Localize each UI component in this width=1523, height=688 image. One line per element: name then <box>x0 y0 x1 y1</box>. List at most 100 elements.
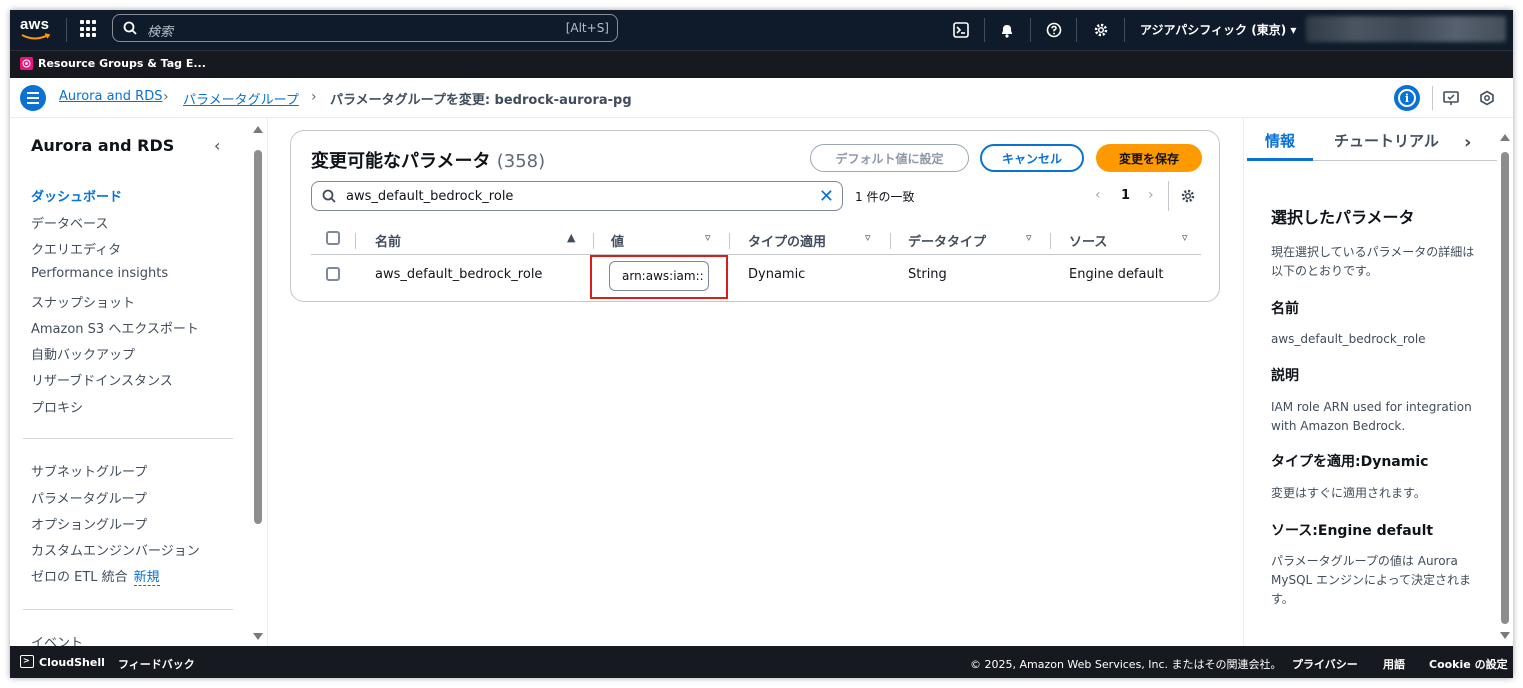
sort-icon[interactable]: ▿ <box>865 231 871 244</box>
sort-icon[interactable]: ▿ <box>1026 231 1032 244</box>
scroll-up-arrow[interactable] <box>253 126 263 133</box>
favorites-bar: Resource Groups & Tag E... <box>10 50 1513 78</box>
terms-link[interactable]: 用語 <box>1383 656 1405 672</box>
hamburger-menu-icon[interactable] <box>20 85 46 111</box>
scroll-down-arrow[interactable] <box>253 633 263 640</box>
sidebar-item-subnet-groups[interactable]: サブネットグループ <box>31 461 147 480</box>
resource-groups-icon <box>20 57 33 70</box>
row-checkbox[interactable] <box>326 267 340 281</box>
privacy-link[interactable]: プライバシー <box>1292 656 1358 672</box>
parameter-filter-input[interactable]: aws_default_bedrock_role ✕ <box>311 181 843 211</box>
sidebar-item-parameter-groups[interactable]: パラメータグループ <box>31 488 147 507</box>
sidebar-item-s3-export[interactable]: Amazon S3 へエクスポート <box>31 318 199 337</box>
sidebar-divider <box>23 609 233 610</box>
notifications-icon[interactable] <box>1441 87 1463 109</box>
cloudshell-button[interactable]: CloudShell <box>39 656 105 669</box>
sidebar-item-snapshots[interactable]: スナップショット <box>31 292 135 311</box>
search-shortcut: [Alt+S] <box>565 21 609 35</box>
region-selector[interactable]: アジアパシフィック (東京) ▾ <box>1140 21 1296 38</box>
new-badge: 新規 <box>133 570 160 586</box>
divider <box>1168 181 1169 211</box>
sidebar-item-proxies[interactable]: プロキシ <box>31 397 83 416</box>
settings-hexagon-icon[interactable] <box>1476 87 1498 109</box>
column-divider <box>355 233 356 249</box>
filter-value: aws_default_bedrock_role <box>346 189 514 204</box>
chevron-right-icon: › <box>311 89 317 105</box>
account-menu[interactable] <box>1306 16 1506 42</box>
search-input[interactable]: 検索 [Alt+S] <box>112 14 618 42</box>
sidebar-item-events[interactable]: イベント <box>31 632 83 646</box>
row-apply-type: Dynamic <box>748 267 806 282</box>
side-navigation: Aurora and RDS ‹ ダッシュボード データベース クエリエディタ … <box>10 118 268 646</box>
top-navigation: aws 検索 [Alt+S] アジアパシフィック (東京) ▾ <box>10 10 1513 50</box>
copyright: © 2025, Amazon Web Services, Inc. またはその関… <box>970 658 1282 671</box>
value-input[interactable]: arn:aws:iam:: <box>609 261 709 291</box>
help-description-value: IAM role ARN used for integration with A… <box>1271 400 1472 433</box>
cloudshell-icon[interactable] <box>950 19 972 41</box>
breadcrumb-aurora-rds[interactable]: Aurora and RDS <box>59 89 162 104</box>
column-header-value[interactable]: 値 <box>611 231 624 250</box>
sort-icon[interactable]: ▿ <box>1182 231 1188 244</box>
sidebar-item-performance-insights[interactable]: Performance insights <box>31 266 168 281</box>
sidebar-item-query-editor[interactable]: クエリエディタ <box>31 239 121 258</box>
active-tab-indicator <box>1247 158 1313 161</box>
clear-icon[interactable]: ✕ <box>819 186 834 207</box>
save-changes-button[interactable]: 変更を保存 <box>1096 144 1202 172</box>
help-description-label: 説明 <box>1271 368 1299 384</box>
table-settings-gear-icon[interactable] <box>1180 188 1196 208</box>
grid-icon[interactable] <box>80 20 98 38</box>
divider <box>1124 18 1125 42</box>
column-divider <box>729 233 730 249</box>
scroll-up-arrow[interactable] <box>1500 134 1510 141</box>
chevron-right-icon[interactable]: › <box>1148 187 1154 203</box>
column-header-name[interactable]: 名前 <box>375 231 401 250</box>
chevron-left-icon[interactable]: ‹ <box>1095 187 1101 203</box>
footer: > CloudShell フィードバック © 2025, Amazon Web … <box>10 646 1513 678</box>
column-header-apply-type[interactable]: タイプの適用 <box>748 231 826 250</box>
row-name: aws_default_bedrock_role <box>375 267 543 282</box>
sidebar-item-databases[interactable]: データベース <box>31 213 108 232</box>
chevron-right-icon[interactable]: › <box>1464 132 1471 153</box>
help-icon[interactable] <box>1043 19 1065 41</box>
aws-logo[interactable]: aws <box>20 16 54 44</box>
chevron-left-icon[interactable]: ‹ <box>214 136 220 155</box>
divider <box>984 18 985 42</box>
console-window: aws 検索 [Alt+S] アジアパシフィック (東京) ▾ Resource… <box>10 10 1513 678</box>
sidebar-item-reserved-instances[interactable]: リザーブドインスタンス <box>31 370 173 389</box>
sort-ascending-icon[interactable]: ▲ <box>567 231 575 244</box>
help-apply-type-label: タイプを適用:Dynamic <box>1271 454 1429 470</box>
search-icon <box>322 189 336 203</box>
sidebar-scrollbar[interactable] <box>254 150 262 524</box>
page-number[interactable]: 1 <box>1121 188 1130 203</box>
bell-icon[interactable] <box>996 19 1018 41</box>
tab-tutorial[interactable]: チュートリアル <box>1334 130 1439 151</box>
gear-icon[interactable] <box>1090 19 1112 41</box>
column-header-data-type[interactable]: データタイプ <box>908 231 986 250</box>
sort-icon[interactable]: ▿ <box>705 231 711 244</box>
cookie-settings-link[interactable]: Cookie の設定 <box>1429 656 1508 672</box>
help-intro: 現在選択しているパラメータの詳細は以下のとおりです。 <box>1271 245 1475 278</box>
help-scrollbar[interactable] <box>1501 152 1509 624</box>
feedback-link[interactable]: フィードバック <box>118 656 195 672</box>
sidebar-item-option-groups[interactable]: オプショングループ <box>31 514 147 533</box>
breadcrumb-parameter-groups[interactable]: パラメータグループ <box>183 89 299 108</box>
reset-default-button[interactable]: デフォルト値に設定 <box>810 144 969 172</box>
column-header-source[interactable]: ソース <box>1069 231 1107 250</box>
tab-info[interactable]: 情報 <box>1265 130 1295 151</box>
match-count: 1 件の一致 <box>855 190 915 204</box>
sidebar-item-automated-backups[interactable]: 自動バックアップ <box>31 344 135 363</box>
row-data-type: String <box>908 267 947 282</box>
info-icon[interactable]: i <box>1394 85 1420 111</box>
divider <box>1030 18 1031 42</box>
scroll-down-arrow[interactable] <box>1500 632 1510 639</box>
row-source: Engine default <box>1069 267 1164 282</box>
cancel-button[interactable]: キャンセル <box>980 144 1084 172</box>
sidebar-item-zero-etl[interactable]: ゼロの ETL 統合 新規 <box>31 566 160 586</box>
column-divider <box>890 233 891 249</box>
sidebar-item-custom-engine-versions[interactable]: カスタムエンジンバージョン <box>31 540 200 559</box>
sidebar-item-dashboard[interactable]: ダッシュボード <box>31 186 122 205</box>
favorite-resource-groups[interactable]: Resource Groups & Tag E... <box>20 57 206 70</box>
help-name-label: 名前 <box>1271 301 1299 317</box>
select-all-checkbox[interactable] <box>326 231 340 245</box>
breadcrumb: Aurora and RDS › パラメータグループ › パラメータグループを変… <box>10 78 1513 118</box>
